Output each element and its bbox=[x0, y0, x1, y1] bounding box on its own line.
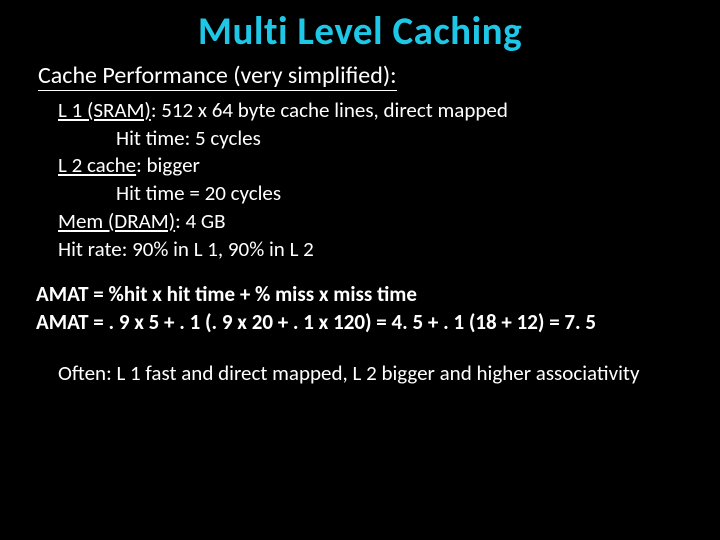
amat-block: AMAT = %hit x hit time + % miss x miss t… bbox=[36, 281, 690, 336]
mem-rest: : 4 GB bbox=[175, 208, 225, 234]
hitrate-line: Hit rate: 90% in L 1, 90% in L 2 bbox=[58, 236, 690, 264]
l1-hit-time: Hit time: 5 cycles bbox=[116, 125, 690, 153]
l1-rest: : 512 x 64 byte cache lines, direct mapp… bbox=[151, 97, 508, 123]
slide: Multi Level Caching Cache Performance (v… bbox=[0, 0, 720, 540]
l2-label: L 2 cache bbox=[58, 152, 136, 178]
footer-note: Often: L 1 fast and direct mapped, L 2 b… bbox=[58, 360, 690, 387]
l1-label: L 1 (SRAM) bbox=[58, 97, 151, 123]
specs-block: L 1 (SRAM): 512 x 64 byte cache lines, d… bbox=[58, 97, 690, 263]
mem-line: Mem (DRAM): 4 GB bbox=[58, 208, 690, 236]
slide-title: Multi Level Caching bbox=[30, 8, 690, 55]
subtitle-wrapper: Cache Performance (very simplified): bbox=[30, 61, 690, 97]
mem-label: Mem (DRAM) bbox=[58, 208, 175, 234]
l1-line: L 1 (SRAM): 512 x 64 byte cache lines, d… bbox=[58, 97, 690, 125]
l2-line: L 2 cache: bigger bbox=[58, 152, 690, 180]
subtitle: Cache Performance (very simplified): bbox=[38, 61, 397, 91]
amat-calc: AMAT = . 9 x 5 + . 1 (. 9 x 20 + . 1 x 1… bbox=[36, 309, 690, 336]
amat-formula: AMAT = %hit x hit time + % miss x miss t… bbox=[36, 281, 690, 308]
l2-rest: : bigger bbox=[136, 152, 200, 178]
l2-hit-time: Hit time = 20 cycles bbox=[116, 180, 690, 208]
